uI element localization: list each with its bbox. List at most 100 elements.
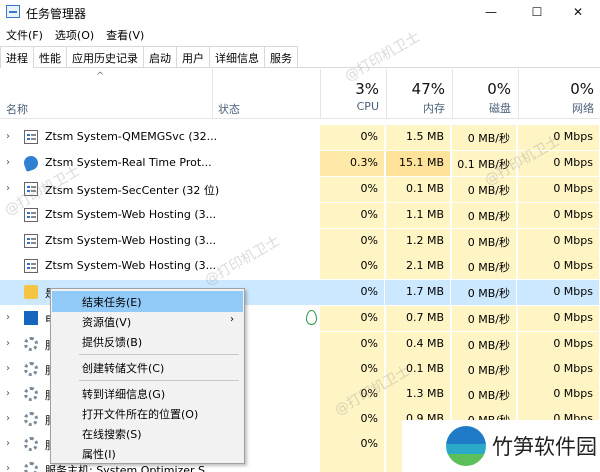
disk-value: 0 MB/秒	[452, 254, 517, 279]
menu-properties[interactable]: 属性(I)	[52, 443, 243, 464]
gear-icon	[24, 462, 38, 472]
menu-open-file-location[interactable]: 打开文件所在的位置(O)	[52, 403, 243, 424]
menu-go-to-details[interactable]: 转到详细信息(G)	[52, 383, 243, 404]
tab-app-history[interactable]: 应用历史记录	[66, 46, 144, 67]
disk-value: 0 MB/秒	[452, 332, 517, 357]
context-menu: 结束任务(E) 资源值(V) › 提供反馈(B) 创建转储文件(C) 转到详细信…	[50, 288, 245, 464]
tab-details[interactable]: 详细信息	[209, 46, 265, 67]
column-header: ^ 名称 状态 3% CPU 47% 内存 0% 磁盘 0% 网络	[0, 69, 600, 119]
media-icon	[24, 311, 38, 325]
site-logo: 竹笋软件园	[402, 420, 600, 472]
process-row[interactable]: › Ztsm System-QMEMGSvc (32... 0% 1.5 MB …	[0, 125, 600, 150]
minimize-button[interactable]: —	[468, 0, 514, 24]
sort-indicator-icon: ^	[96, 71, 105, 82]
folder-icon	[24, 285, 38, 299]
logo-text: 竹笋软件园	[492, 435, 597, 459]
process-name: Ztsm System-Web Hosting (3...	[45, 234, 217, 247]
process-row[interactable]: Ztsm System-Web Hosting (3... 0% 1.2 MB …	[0, 229, 600, 254]
column-memory[interactable]: 47% 内存	[386, 69, 451, 119]
expand-chevron-icon[interactable]: ›	[6, 131, 10, 142]
network-total: 0%	[570, 80, 594, 98]
menu-options[interactable]: 选项(O)	[49, 25, 100, 45]
cpu-value: 0%	[320, 432, 385, 457]
disk-value: 0 MB/秒	[452, 382, 517, 407]
process-name: Ztsm System-Web Hosting (3...	[45, 208, 217, 221]
memory-value: 0.7 MB	[386, 306, 451, 331]
menu-view[interactable]: 查看(V)	[100, 25, 150, 45]
disk-total: 0%	[487, 80, 511, 98]
logo-mark-icon	[446, 426, 486, 466]
network-value: 0 Mbps	[518, 203, 600, 228]
memory-label: 内存	[423, 102, 445, 115]
cpu-value: 0%	[320, 254, 385, 279]
process-row[interactable]: Ztsm System-Web Hosting (3... 0% 1.1 MB …	[0, 203, 600, 228]
column-divider[interactable]	[212, 69, 213, 119]
title-bar: 任务管理器 — ☐ ✕	[0, 0, 600, 24]
memory-value: 0.4 MB	[386, 332, 451, 357]
network-value: 0 Mbps	[518, 254, 600, 279]
expand-chevron-icon[interactable]: ›	[6, 157, 10, 168]
disk-value: 0 MB/秒	[452, 306, 517, 331]
gear-icon	[24, 337, 38, 351]
expand-chevron-icon[interactable]: ›	[6, 438, 10, 449]
expand-chevron-icon[interactable]: ›	[6, 463, 10, 472]
network-value: 0 Mbps	[518, 306, 600, 331]
tab-performance[interactable]: 性能	[33, 46, 67, 67]
disk-value: 0 MB/秒	[452, 125, 517, 150]
menu-file[interactable]: 文件(F)	[0, 25, 49, 45]
cpu-value	[320, 457, 385, 472]
cpu-value: 0%	[320, 177, 385, 202]
menu-feedback[interactable]: 提供反馈(B)	[52, 331, 243, 352]
memory-value: 1.5 MB	[386, 125, 451, 150]
efficiency-leaf-icon	[306, 310, 317, 325]
column-disk[interactable]: 0% 磁盘	[452, 69, 517, 119]
cpu-label: CPU	[356, 100, 379, 113]
tab-processes[interactable]: 进程	[0, 46, 34, 68]
task-manager-icon	[6, 5, 20, 18]
memory-value: 15.1 MB	[386, 151, 451, 176]
cpu-value: 0%	[320, 332, 385, 357]
column-name[interactable]: 名称	[6, 101, 28, 117]
memory-value: 0.1 MB	[386, 177, 451, 202]
network-value: 0 Mbps	[518, 280, 600, 305]
gear-icon	[24, 387, 38, 401]
submenu-arrow-icon: ›	[230, 314, 234, 325]
menu-divider	[79, 380, 239, 381]
expand-chevron-icon[interactable]: ›	[6, 363, 10, 374]
menu-resource-values[interactable]: 资源值(V) ›	[52, 311, 243, 332]
cpu-value: 0.3%	[320, 151, 385, 176]
network-value: 0 Mbps	[518, 229, 600, 254]
app-icon	[24, 130, 38, 144]
process-row[interactable]: Ztsm System-Web Hosting (3... 0% 2.1 MB …	[0, 254, 600, 279]
disk-value: 0 MB/秒	[452, 357, 517, 382]
menu-create-dump[interactable]: 创建转储文件(C)	[52, 357, 243, 378]
gear-icon	[24, 362, 38, 376]
expand-chevron-icon[interactable]: ›	[6, 413, 10, 424]
expand-chevron-icon[interactable]: ›	[6, 338, 10, 349]
network-value: 0 Mbps	[518, 357, 600, 382]
disk-value: 0 MB/秒	[452, 203, 517, 228]
menu-end-task[interactable]: 结束任务(E)	[52, 291, 243, 312]
disk-label: 磁盘	[489, 102, 511, 115]
tab-bar: 进程 性能 应用历史记录 启动 用户 详细信息 服务	[0, 46, 600, 68]
cpu-value: 0%	[320, 306, 385, 331]
expand-chevron-icon[interactable]: ›	[6, 312, 10, 323]
menu-bar: 文件(F) 选项(O) 查看(V)	[0, 25, 150, 45]
expand-chevron-icon[interactable]: ›	[6, 183, 10, 194]
tab-startup[interactable]: 启动	[143, 46, 177, 67]
menu-resource-values-label: 资源值(V)	[82, 316, 132, 329]
expand-chevron-icon[interactable]: ›	[6, 388, 10, 399]
maximize-button[interactable]: ☐	[514, 0, 560, 24]
close-button[interactable]: ✕	[556, 0, 600, 24]
process-name: Ztsm System-QMEMGSvc (32...	[45, 130, 218, 143]
process-name: Ztsm System-Web Hosting (3...	[45, 259, 217, 272]
column-status[interactable]: 状态	[218, 101, 240, 117]
cpu-value: 0%	[320, 203, 385, 228]
tab-services[interactable]: 服务	[264, 46, 298, 67]
tab-users[interactable]: 用户	[176, 46, 210, 67]
memory-total: 47%	[411, 80, 445, 98]
column-network[interactable]: 0% 网络	[518, 69, 600, 119]
menu-search-online[interactable]: 在线搜索(S)	[52, 423, 243, 444]
cpu-value: 0%	[320, 125, 385, 150]
process-row[interactable]: › Ztsm System-SecCenter (32 位) 0% 0.1 MB…	[0, 177, 600, 202]
